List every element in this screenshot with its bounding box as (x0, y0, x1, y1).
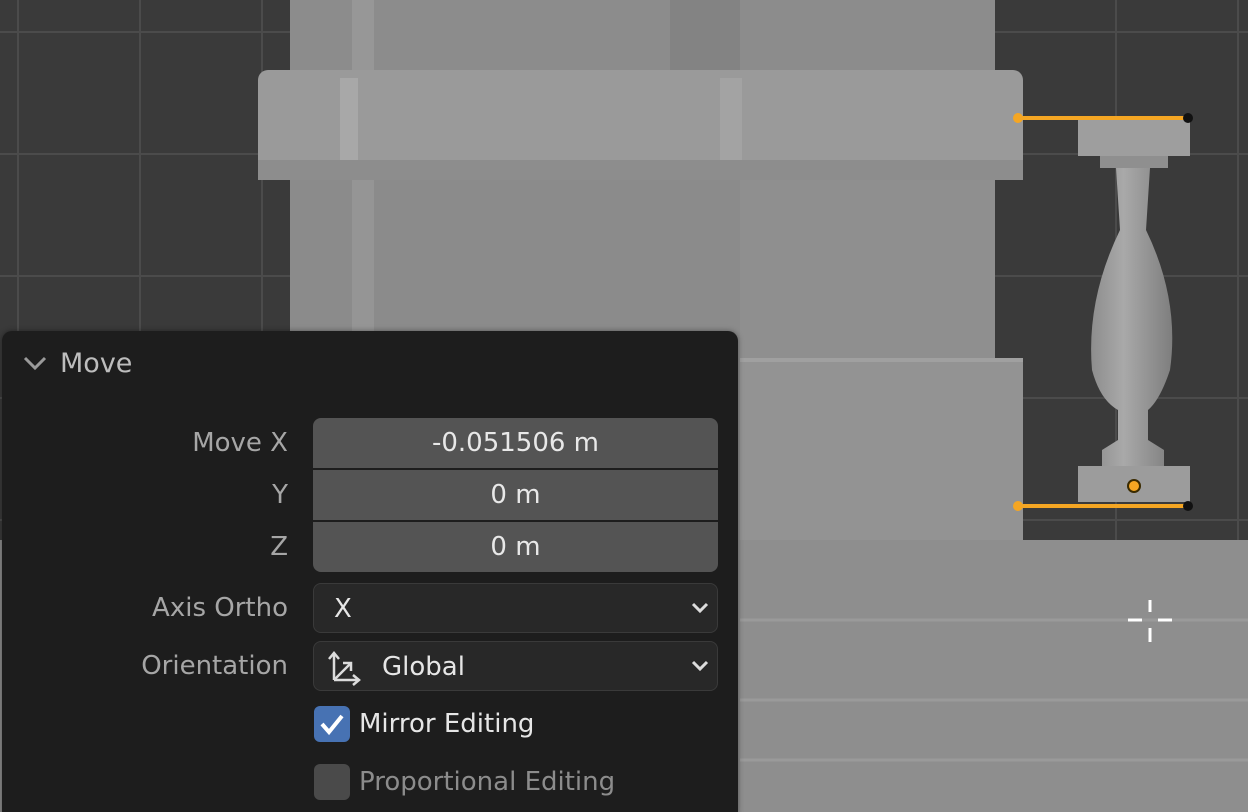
orientation-value: Global (382, 652, 465, 682)
dropdown-arrow-icon (691, 602, 709, 614)
panel-title: Move (60, 348, 133, 379)
dropdown-arrow-icon (691, 660, 709, 672)
panel-header[interactable]: Move (2, 331, 738, 397)
orientation-label: Orientation (141, 651, 288, 681)
move-x-label: Move X (192, 428, 288, 458)
move-operator-panel: Move Move X -0.051506 m Y 0 m Z 0 m Axis… (2, 331, 738, 812)
axis-ortho-dropdown[interactable]: X (313, 583, 718, 633)
move-y-field[interactable]: 0 m (313, 470, 718, 520)
chevron-down-icon[interactable] (22, 353, 48, 373)
orientation-dropdown[interactable]: Global (313, 641, 718, 691)
axis-ortho-value: X (334, 594, 352, 624)
proportional-editing-label[interactable]: Proportional Editing (359, 765, 615, 799)
move-z-label: Z (270, 532, 288, 562)
move-x-field[interactable]: -0.051506 m (313, 418, 718, 468)
orientation-global-icon (328, 651, 361, 686)
proportional-editing-checkbox[interactable] (314, 764, 350, 800)
mirror-editing-label[interactable]: Mirror Editing (359, 707, 534, 741)
checkmark-icon (320, 714, 344, 736)
3d-viewport[interactable]: Move Move X -0.051506 m Y 0 m Z 0 m Axis… (0, 0, 1248, 812)
move-y-label: Y (272, 480, 288, 510)
mirror-editing-checkbox[interactable] (314, 706, 350, 742)
move-z-field[interactable]: 0 m (313, 522, 718, 572)
axis-ortho-label: Axis Ortho (152, 593, 288, 623)
